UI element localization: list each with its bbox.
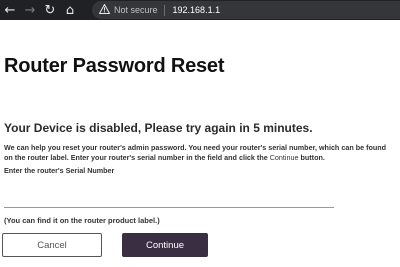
reload-icon[interactable]: ↻ [40, 0, 60, 20]
cancel-button[interactable]: Cancel [2, 233, 102, 257]
help-text-end: button. [298, 152, 325, 162]
address-divider [163, 4, 165, 16]
browser-toolbar: ← → ↻ ⌂ Not secure 192.168.1.1 [0, 0, 400, 20]
help-text-continue-word: Continue [269, 152, 299, 162]
serial-hint: (You can find it on the router product l… [4, 216, 160, 225]
help-text-intro: We can help you reset your router's admi… [4, 143, 387, 162]
security-label[interactable]: Not secure [114, 5, 158, 15]
help-text: We can help you reset your router's admi… [4, 143, 396, 162]
home-icon[interactable]: ⌂ [60, 0, 80, 20]
page-title: Router Password Reset [4, 55, 225, 77]
forward-icon[interactable]: → [20, 0, 40, 20]
disabled-message: Your Device is disabled, Please try agai… [4, 121, 313, 135]
serial-number-input[interactable] [4, 190, 334, 208]
address-bar[interactable]: Not secure 192.168.1.1 [92, 1, 400, 19]
continue-button[interactable]: Continue [122, 233, 208, 257]
serial-number-label: Enter the router's Serial Number [4, 166, 115, 175]
warning-icon[interactable] [98, 3, 111, 16]
back-icon[interactable]: ← [0, 0, 20, 20]
address-text[interactable]: 192.168.1.1 [173, 5, 221, 15]
